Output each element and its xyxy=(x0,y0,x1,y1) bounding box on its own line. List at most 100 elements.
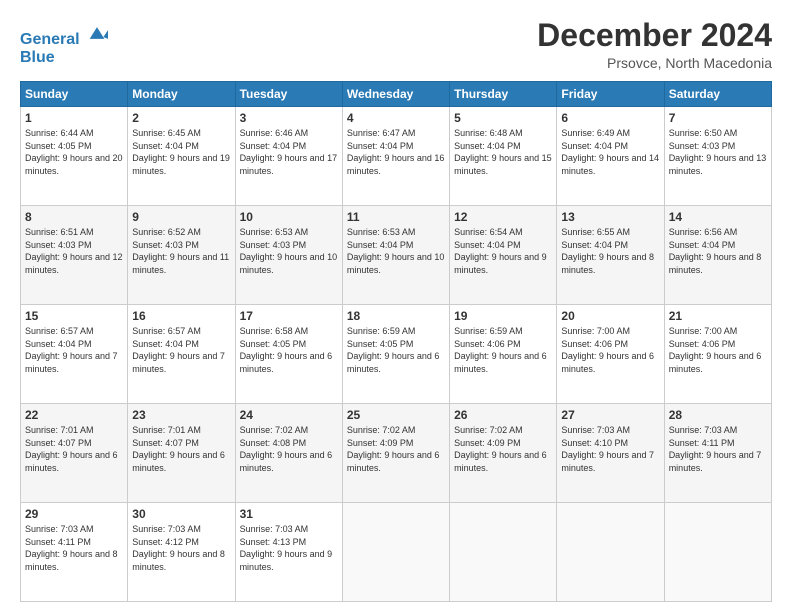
day-number: 24 xyxy=(240,408,338,422)
calendar-cell xyxy=(664,503,771,602)
calendar-cell: 22 Sunrise: 7:01 AMSunset: 4:07 PMDayligh… xyxy=(21,404,128,503)
day-header-sunday: Sunday xyxy=(21,82,128,107)
calendar-cell: 19 Sunrise: 6:59 AMSunset: 4:06 PMDayligh… xyxy=(450,305,557,404)
day-info: Sunrise: 7:01 AMSunset: 4:07 PMDaylight:… xyxy=(25,424,123,474)
day-info: Sunrise: 6:55 AMSunset: 4:04 PMDaylight:… xyxy=(561,226,659,276)
logo-line2: Blue xyxy=(20,49,108,67)
calendar-cell: 30 Sunrise: 7:03 AMSunset: 4:12 PMDayligh… xyxy=(128,503,235,602)
calendar-cell: 25 Sunrise: 7:02 AMSunset: 4:09 PMDayligh… xyxy=(342,404,449,503)
day-number: 18 xyxy=(347,309,445,323)
calendar-cell xyxy=(342,503,449,602)
day-number: 29 xyxy=(25,507,123,521)
day-header-monday: Monday xyxy=(128,82,235,107)
day-info: Sunrise: 6:48 AMSunset: 4:04 PMDaylight:… xyxy=(454,127,552,177)
day-info: Sunrise: 6:49 AMSunset: 4:04 PMDaylight:… xyxy=(561,127,659,177)
page: General Blue December 2024 Prsovce, Nort… xyxy=(0,0,792,612)
calendar-cell xyxy=(557,503,664,602)
day-header-tuesday: Tuesday xyxy=(235,82,342,107)
calendar-cell: 17Sunrise: 6:58 AMSunset: 4:05 PMDayligh… xyxy=(235,305,342,404)
day-number: 10 xyxy=(240,210,338,224)
calendar-cell: 21 Sunrise: 7:00 AMSunset: 4:06 PMDayligh… xyxy=(664,305,771,404)
calendar-cell: 20 Sunrise: 7:00 AMSunset: 4:06 PMDayligh… xyxy=(557,305,664,404)
logo-icon xyxy=(86,22,108,44)
day-number: 30 xyxy=(132,507,230,521)
day-number: 25 xyxy=(347,408,445,422)
logo: General Blue xyxy=(20,22,108,66)
day-header-friday: Friday xyxy=(557,82,664,107)
calendar-cell: 27Sunrise: 7:03 AMSunset: 4:10 PMDayligh… xyxy=(557,404,664,503)
day-number: 3 xyxy=(240,111,338,125)
subtitle: Prsovce, North Macedonia xyxy=(537,55,772,71)
calendar-cell: 3 Sunrise: 6:46 AMSunset: 4:04 PMDaylight… xyxy=(235,107,342,206)
day-header-saturday: Saturday xyxy=(664,82,771,107)
day-number: 8 xyxy=(25,210,123,224)
day-number: 31 xyxy=(240,507,338,521)
day-info: Sunrise: 6:52 AMSunset: 4:03 PMDaylight:… xyxy=(132,226,230,276)
day-info: Sunrise: 6:53 AMSunset: 4:04 PMDaylight:… xyxy=(347,226,445,276)
day-number: 6 xyxy=(561,111,659,125)
day-number: 15 xyxy=(25,309,123,323)
calendar-cell: 7Sunrise: 6:50 AMSunset: 4:03 PMDaylight… xyxy=(664,107,771,206)
day-info: Sunrise: 6:59 AMSunset: 4:05 PMDaylight:… xyxy=(347,325,445,375)
day-info: Sunrise: 6:56 AMSunset: 4:04 PMDaylight:… xyxy=(669,226,767,276)
day-number: 1 xyxy=(25,111,123,125)
day-info: Sunrise: 6:45 AMSunset: 4:04 PMDaylight:… xyxy=(132,127,230,177)
calendar-cell: 11Sunrise: 6:53 AMSunset: 4:04 PMDayligh… xyxy=(342,206,449,305)
main-title: December 2024 xyxy=(537,18,772,53)
day-number: 13 xyxy=(561,210,659,224)
day-number: 16 xyxy=(132,309,230,323)
calendar-cell: 31 Sunrise: 7:03 AMSunset: 4:13 PMDayligh… xyxy=(235,503,342,602)
calendar-cell: 23 Sunrise: 7:01 AMSunset: 4:07 PMDayligh… xyxy=(128,404,235,503)
header: General Blue December 2024 Prsovce, Nort… xyxy=(20,18,772,71)
day-info: Sunrise: 7:03 AMSunset: 4:11 PMDaylight:… xyxy=(25,523,123,573)
day-info: Sunrise: 7:00 AMSunset: 4:06 PMDaylight:… xyxy=(669,325,767,375)
calendar-cell: 4Sunrise: 6:47 AMSunset: 4:04 PMDaylight… xyxy=(342,107,449,206)
day-number: 22 xyxy=(25,408,123,422)
calendar-cell: 12 Sunrise: 6:54 AMSunset: 4:04 PMDayligh… xyxy=(450,206,557,305)
day-number: 23 xyxy=(132,408,230,422)
day-info: Sunrise: 6:54 AMSunset: 4:04 PMDaylight:… xyxy=(454,226,552,276)
day-info: Sunrise: 7:02 AMSunset: 4:09 PMDaylight:… xyxy=(347,424,445,474)
day-info: Sunrise: 7:03 AMSunset: 4:13 PMDaylight:… xyxy=(240,523,338,573)
title-block: December 2024 Prsovce, North Macedonia xyxy=(537,18,772,71)
day-number: 2 xyxy=(132,111,230,125)
day-info: Sunrise: 6:46 AMSunset: 4:04 PMDaylight:… xyxy=(240,127,338,177)
day-number: 20 xyxy=(561,309,659,323)
day-info: Sunrise: 7:02 AMSunset: 4:09 PMDaylight:… xyxy=(454,424,552,474)
calendar-cell: 13 Sunrise: 6:55 AMSunset: 4:04 PMDayligh… xyxy=(557,206,664,305)
day-info: Sunrise: 6:50 AMSunset: 4:03 PMDaylight:… xyxy=(669,127,767,177)
day-info: Sunrise: 7:02 AMSunset: 4:08 PMDaylight:… xyxy=(240,424,338,474)
calendar-cell: 18 Sunrise: 6:59 AMSunset: 4:05 PMDayligh… xyxy=(342,305,449,404)
day-number: 19 xyxy=(454,309,552,323)
day-info: Sunrise: 7:01 AMSunset: 4:07 PMDaylight:… xyxy=(132,424,230,474)
calendar-cell: 26 Sunrise: 7:02 AMSunset: 4:09 PMDayligh… xyxy=(450,404,557,503)
day-number: 5 xyxy=(454,111,552,125)
day-info: Sunrise: 6:58 AMSunset: 4:05 PMDaylight:… xyxy=(240,325,338,375)
calendar-cell: 9 Sunrise: 6:52 AMSunset: 4:03 PMDaylight… xyxy=(128,206,235,305)
day-info: Sunrise: 7:00 AMSunset: 4:06 PMDaylight:… xyxy=(561,325,659,375)
day-number: 12 xyxy=(454,210,552,224)
day-number: 26 xyxy=(454,408,552,422)
day-number: 14 xyxy=(669,210,767,224)
day-info: Sunrise: 7:03 AMSunset: 4:11 PMDaylight:… xyxy=(669,424,767,474)
calendar-cell: 5 Sunrise: 6:48 AMSunset: 4:04 PMDaylight… xyxy=(450,107,557,206)
calendar-cell: 24 Sunrise: 7:02 AMSunset: 4:08 PMDayligh… xyxy=(235,404,342,503)
day-header-wednesday: Wednesday xyxy=(342,82,449,107)
day-info: Sunrise: 6:53 AMSunset: 4:03 PMDaylight:… xyxy=(240,226,338,276)
day-info: Sunrise: 7:03 AMSunset: 4:12 PMDaylight:… xyxy=(132,523,230,573)
calendar-cell: 1Sunrise: 6:44 AMSunset: 4:05 PMDaylight… xyxy=(21,107,128,206)
calendar-cell: 29 Sunrise: 7:03 AMSunset: 4:11 PMDayligh… xyxy=(21,503,128,602)
calendar: SundayMondayTuesdayWednesdayThursdayFrid… xyxy=(20,81,772,602)
day-info: Sunrise: 6:59 AMSunset: 4:06 PMDaylight:… xyxy=(454,325,552,375)
day-number: 4 xyxy=(347,111,445,125)
day-info: Sunrise: 7:03 AMSunset: 4:10 PMDaylight:… xyxy=(561,424,659,474)
day-number: 9 xyxy=(132,210,230,224)
calendar-cell: 14 Sunrise: 6:56 AMSunset: 4:04 PMDayligh… xyxy=(664,206,771,305)
calendar-cell: 8Sunrise: 6:51 AMSunset: 4:03 PMDaylight… xyxy=(21,206,128,305)
calendar-cell: 6 Sunrise: 6:49 AMSunset: 4:04 PMDaylight… xyxy=(557,107,664,206)
day-info: Sunrise: 6:57 AMSunset: 4:04 PMDaylight:… xyxy=(25,325,123,375)
day-number: 21 xyxy=(669,309,767,323)
calendar-cell: 10 Sunrise: 6:53 AMSunset: 4:03 PMDayligh… xyxy=(235,206,342,305)
calendar-cell: 28Sunrise: 7:03 AMSunset: 4:11 PMDayligh… xyxy=(664,404,771,503)
calendar-cell: 15 Sunrise: 6:57 AMSunset: 4:04 PMDayligh… xyxy=(21,305,128,404)
